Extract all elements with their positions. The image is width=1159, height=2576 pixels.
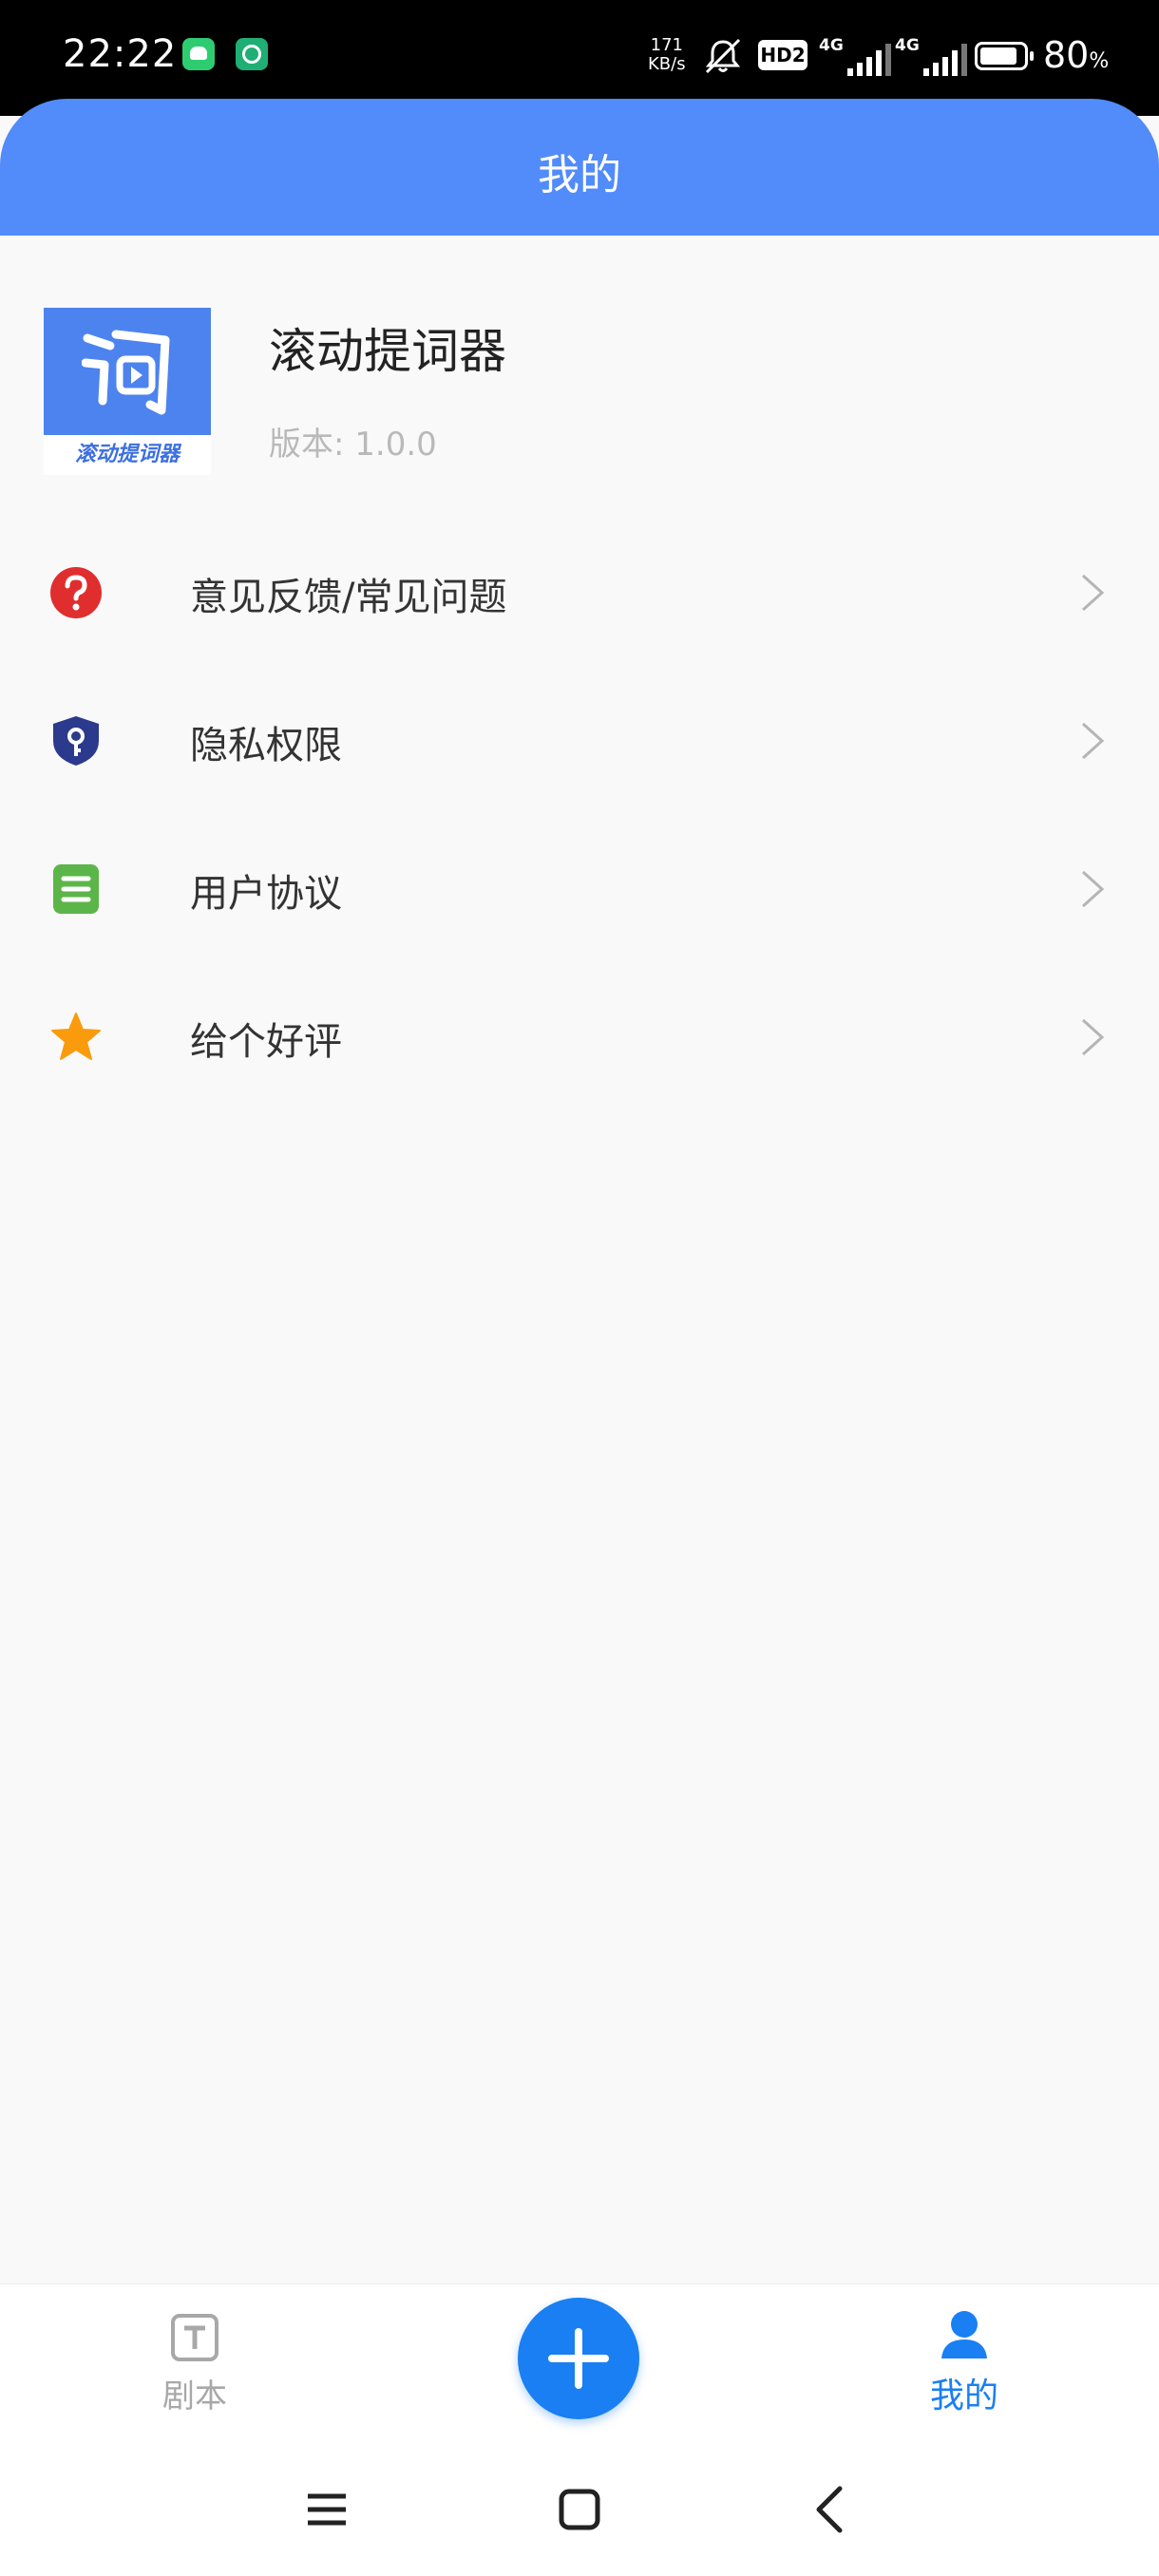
add-script-button[interactable]: [518, 2298, 639, 2419]
network-type-2: 4G: [895, 36, 920, 55]
battery-percent-unit: %: [1089, 49, 1110, 73]
chat-app-icon: [182, 38, 215, 70]
menu-icon[interactable]: [298, 2481, 355, 2538]
app-logo: 滚动提词器: [44, 308, 211, 475]
menu-item-rate[interactable]: 给个好评: [0, 963, 1159, 1111]
menu-item-feedback[interactable]: 意见反馈/常见问题: [0, 519, 1159, 667]
hd-badge: HD2: [758, 40, 808, 70]
text-script-icon: [171, 2314, 218, 2361]
page-title: 我的: [538, 151, 621, 199]
app-logo-glyph-icon: [82, 330, 170, 415]
star-icon: [51, 1013, 101, 1060]
plus-icon: [548, 2328, 609, 2389]
bottom-nav: 剧本 我的: [0, 2283, 1159, 2442]
signal-2: 4G: [895, 36, 969, 76]
shield-key-icon: [53, 716, 99, 766]
tab-script[interactable]: 剧本: [142, 2313, 247, 2416]
back-icon[interactable]: [804, 2481, 861, 2538]
chevron-right-icon: [1081, 574, 1105, 612]
chevron-right-icon: [1081, 722, 1105, 760]
chevron-right-icon: [1081, 1018, 1105, 1056]
signal-bars-icon: [847, 44, 891, 76]
home-icon[interactable]: [551, 2481, 608, 2538]
menu-item-label: 用户协议: [190, 872, 342, 916]
network-speed-unit: KB/s: [648, 54, 686, 74]
network-speed-value: 171: [650, 35, 683, 55]
bell-muted-icon: [705, 38, 741, 74]
sync-app-icon: [236, 38, 268, 70]
battery-percent: 80%: [1043, 34, 1109, 76]
app-version: 版本: 1.0.0: [269, 426, 437, 464]
menu-item-label: 意见反馈/常见问题: [190, 576, 507, 619]
tab-me-label: 我的: [929, 2377, 998, 2415]
document-list-icon: [53, 864, 99, 914]
tab-me[interactable]: 我的: [912, 2307, 1016, 2417]
app-name: 滚动提词器: [269, 324, 506, 379]
app-logo-text: 滚动提词器: [44, 435, 211, 475]
network-speed: 171 KB/s: [648, 36, 686, 74]
menu-item-user-agreement[interactable]: 用户协议: [0, 815, 1159, 963]
menu-item-privacy[interactable]: 隐私权限: [0, 667, 1159, 815]
user-icon: [941, 2311, 987, 2358]
chevron-right-icon: [1081, 870, 1105, 908]
page-header: 我的: [0, 99, 1159, 236]
network-type-1: 4G: [819, 36, 844, 55]
tab-script-label: 剧本: [162, 2377, 227, 2415]
battery-icon: [975, 42, 1034, 70]
question-icon: [50, 567, 102, 618]
system-nav-bar: [0, 2441, 1159, 2576]
signal-1: 4G: [819, 36, 893, 76]
status-time: 22:22: [63, 32, 178, 76]
menu-item-label: 给个好评: [190, 1020, 342, 1064]
battery-percent-value: 80: [1043, 34, 1090, 76]
menu-item-label: 隐私权限: [190, 724, 342, 767]
signal-bars-icon: [923, 44, 967, 76]
